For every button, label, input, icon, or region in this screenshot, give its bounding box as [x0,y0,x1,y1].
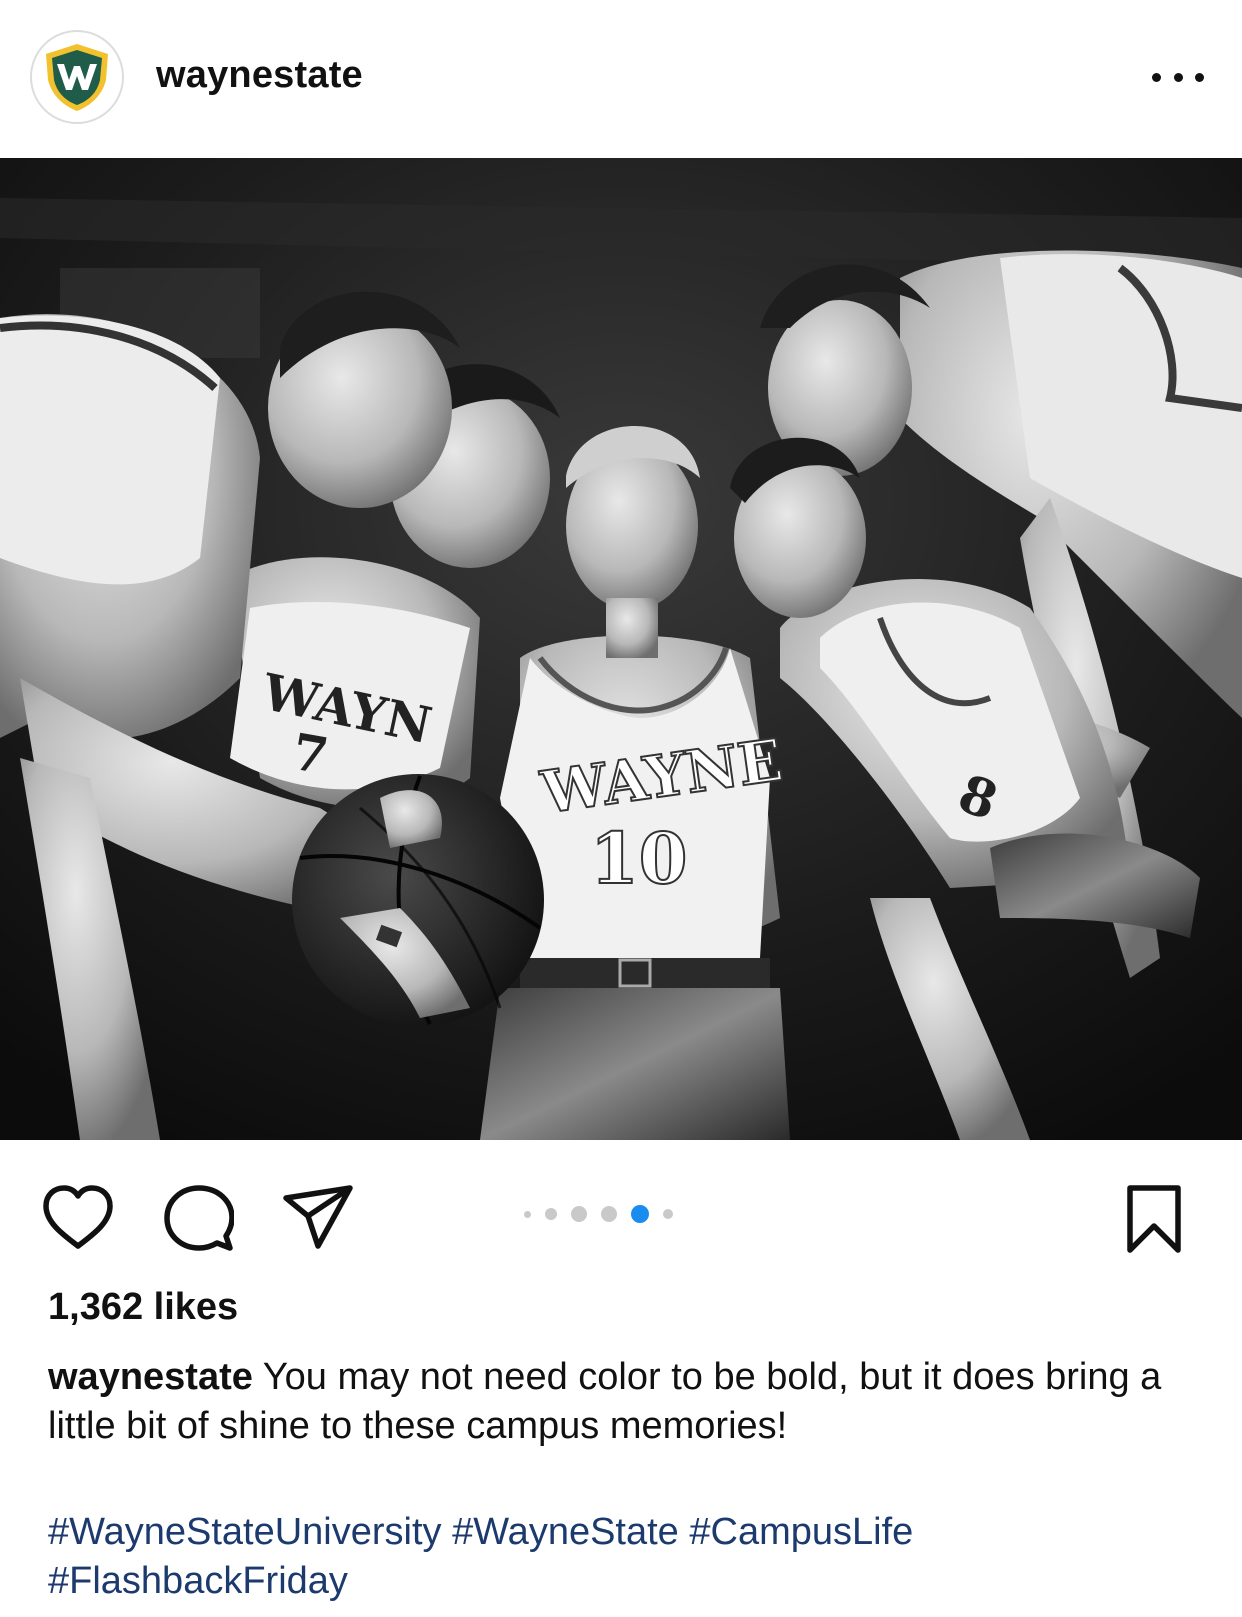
avatar[interactable] [30,30,124,124]
basketball-team-photo: 8 WAYNE 10 WAYN 7 [0,158,1242,1140]
share-button[interactable] [282,1184,354,1252]
carousel-dot [601,1206,617,1222]
carousel-dot [545,1208,557,1220]
hashtag-link[interactable]: #WayneState [452,1511,679,1553]
hashtag-link[interactable]: #FlashbackFriday [48,1560,348,1602]
post-caption: waynestate You may not need color to be … [48,1353,1208,1451]
wayne-state-logo-icon [46,44,108,111]
bookmark-icon [1127,1185,1181,1253]
more-dot [1173,72,1183,82]
caption-username[interactable]: waynestate [48,1356,253,1398]
carousel-indicator [524,1205,687,1223]
hashtag-link[interactable]: #WayneStateUniversity [48,1511,442,1553]
more-dot [1152,72,1161,82]
save-button[interactable] [1124,1184,1184,1256]
more-options-button[interactable] [1152,60,1204,94]
carousel-dot [524,1210,531,1218]
like-count[interactable]: 1,362 likes [48,1286,238,1329]
like-button[interactable] [42,1184,114,1252]
more-dot [1195,72,1204,82]
heart-icon [43,1185,113,1249]
carousel-dot-active [631,1205,649,1223]
post-username[interactable]: waynestate [156,54,363,97]
svg-text:10: 10 [590,817,687,900]
comment-button[interactable] [164,1184,235,1254]
comment-bubble-icon [164,1185,235,1251]
post-header: waynestate [0,0,1242,158]
carousel-dot [571,1206,587,1222]
carousel-dot [663,1209,673,1219]
hashtag-list: #WayneStateUniversity #WayneState #Campu… [48,1508,1208,1606]
hashtag-link[interactable]: #CampusLife [689,1511,913,1553]
post-actions [0,1140,1242,1270]
post-photo[interactable]: 8 WAYNE 10 WAYN 7 [0,158,1242,1140]
paper-plane-icon [283,1185,353,1249]
